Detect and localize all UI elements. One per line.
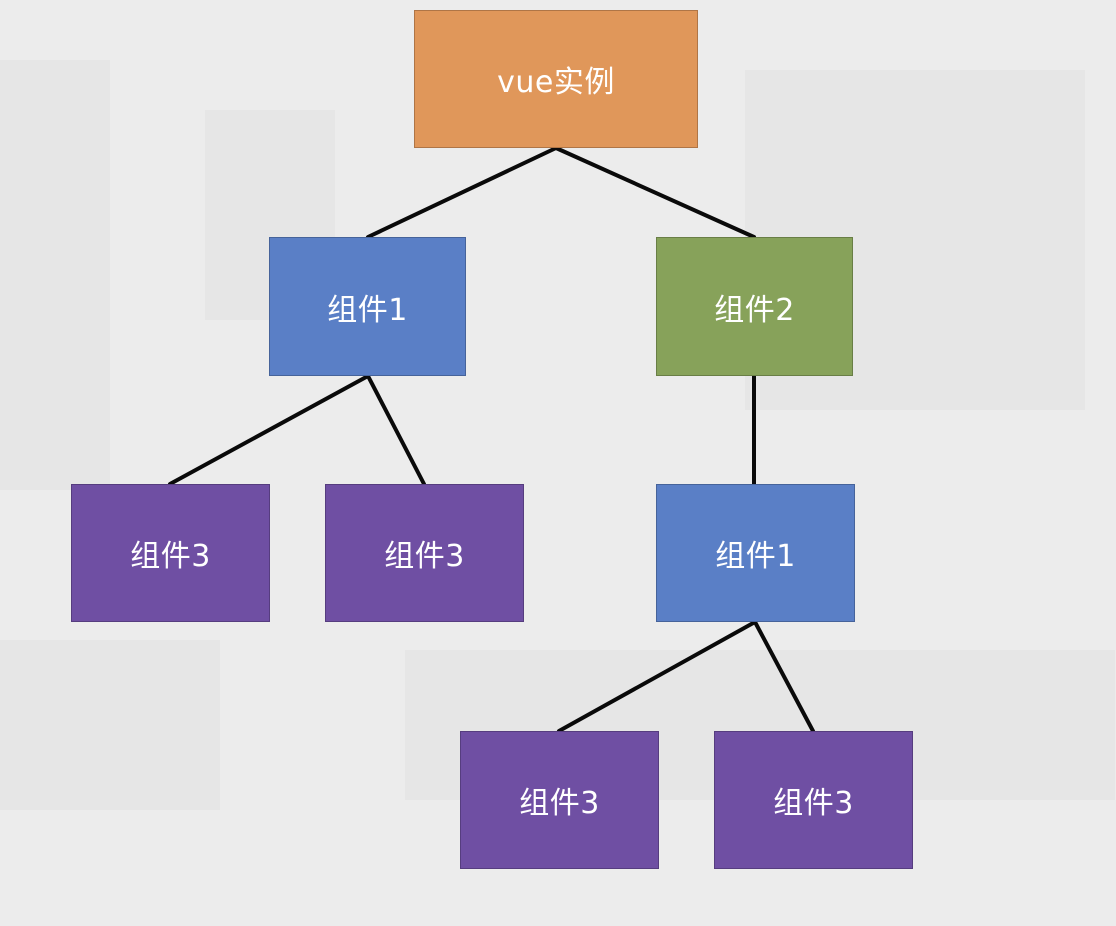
- edge-root-to-component1: [366, 146, 558, 239]
- component3-node-bottom-b: 组件3: [714, 731, 913, 869]
- component1-node-right: 组件1: [656, 484, 855, 622]
- component1-node: 组件1: [269, 237, 466, 376]
- edge-component1-to-component3-left: [168, 374, 370, 486]
- vue-instance-node: vue实例: [414, 10, 698, 148]
- node-label: 组件3: [384, 539, 465, 574]
- component2-node: 组件2: [656, 237, 853, 376]
- edge-component1-to-component3-right: [366, 374, 426, 486]
- node-label: 组件1: [715, 539, 796, 574]
- node-label: vue实例: [497, 65, 615, 100]
- node-label: 组件3: [773, 786, 854, 821]
- component-tree-diagram: vue实例 组件1 组件2 组件3 组件3 组件1 组件3 组件3: [0, 0, 1116, 926]
- edge-root-to-component2: [554, 146, 756, 239]
- node-label: 组件3: [519, 786, 600, 821]
- edge-component1-to-component3-bottom-left: [557, 620, 757, 733]
- component3-node-left-b: 组件3: [325, 484, 524, 622]
- component3-node-bottom-a: 组件3: [460, 731, 659, 869]
- component3-node-left-a: 组件3: [71, 484, 270, 622]
- node-label: 组件1: [327, 292, 408, 328]
- node-label: 组件3: [130, 539, 211, 574]
- node-label: 组件2: [714, 292, 795, 328]
- edge-component1-to-component3-bottom-right: [753, 620, 815, 733]
